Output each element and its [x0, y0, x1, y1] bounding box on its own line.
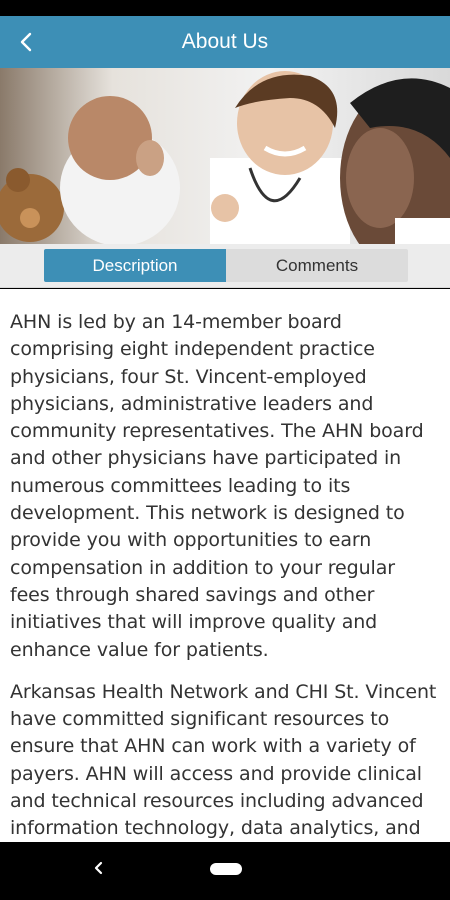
description-content: AHN is led by an 14-member board compris…: [0, 289, 450, 842]
app-bar: About Us: [0, 16, 450, 68]
nav-home-pill[interactable]: [210, 863, 242, 875]
tab-comments[interactable]: Comments: [226, 249, 408, 282]
tab-description[interactable]: Description: [44, 249, 226, 282]
nav-back-icon[interactable]: [88, 856, 108, 880]
system-nav-bar: [0, 842, 450, 900]
page-title: About Us: [181, 30, 269, 53]
status-bar: [0, 0, 450, 16]
tab-bar: Description Comments: [0, 244, 450, 288]
hero-image: [0, 68, 450, 244]
description-paragraph-2: Arkansas Health Network and CHI St. Vinc…: [10, 680, 437, 840]
description-paragraph-1: AHN is led by an 14-member board compris…: [10, 311, 424, 661]
back-button[interactable]: [6, 22, 46, 62]
chevron-left-icon: [20, 32, 32, 52]
